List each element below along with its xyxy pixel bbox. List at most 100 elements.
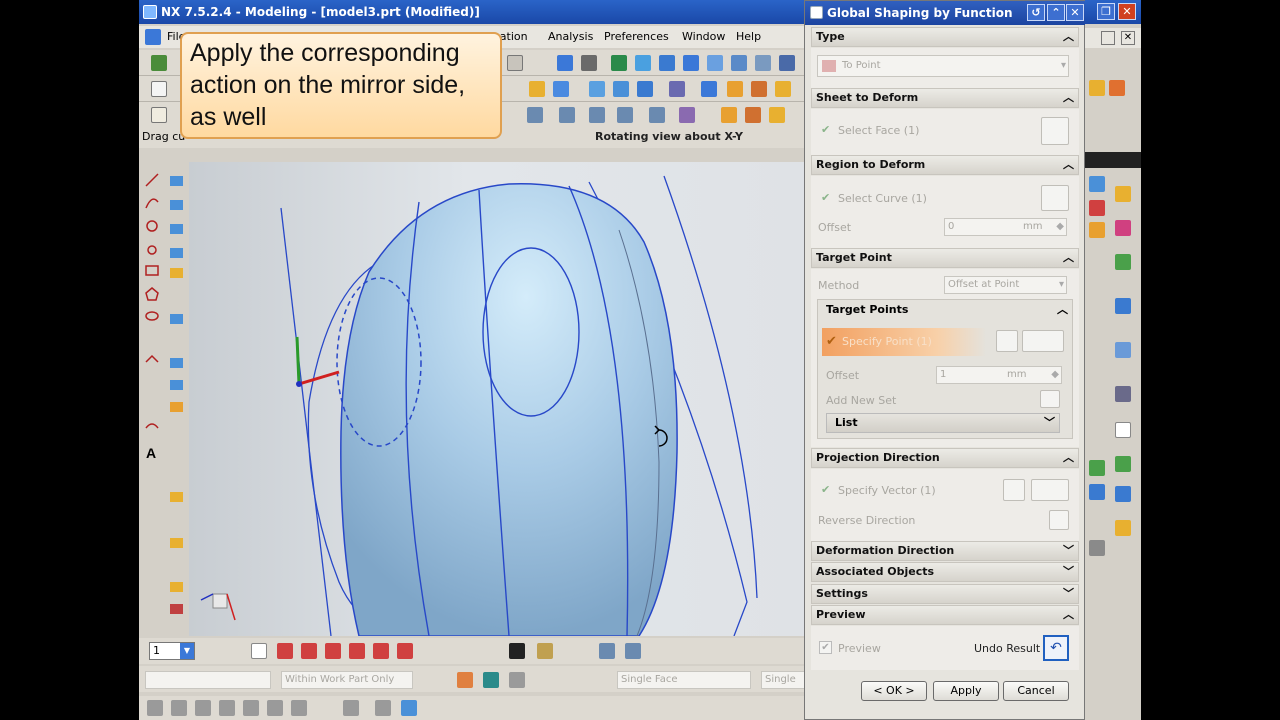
box-icon[interactable] [727, 81, 743, 97]
constraint-icon[interactable] [1089, 200, 1105, 216]
method-select[interactable]: Offset at Point ▾ [944, 276, 1067, 294]
filter-icon[interactable] [625, 643, 641, 659]
reuse-library-icon[interactable] [1115, 220, 1131, 236]
select-icon[interactable] [483, 672, 499, 688]
close-doc-icon[interactable]: ✕ [1121, 31, 1135, 45]
render-icon[interactable] [637, 81, 653, 97]
snap-point-icon[interactable] [251, 643, 267, 659]
snap-icon[interactable] [171, 700, 187, 716]
page-icon[interactable] [151, 81, 167, 97]
new-icon[interactable] [507, 55, 523, 71]
orient-icon[interactable] [707, 55, 723, 71]
page-icon[interactable] [1115, 422, 1131, 438]
point-offset-input[interactable]: 1 mm ◆ [936, 366, 1062, 384]
system-materials-icon[interactable] [1115, 342, 1131, 358]
display-icon[interactable] [701, 81, 717, 97]
pick-icon[interactable] [325, 643, 341, 659]
select-icon[interactable] [557, 55, 573, 71]
resource-icon[interactable] [1109, 80, 1125, 96]
shade-icon[interactable] [613, 81, 629, 97]
cylinder-icon[interactable] [751, 81, 767, 97]
associated-section-header[interactable]: Associated Objects ﹀ [811, 562, 1079, 582]
pick-icon[interactable] [397, 643, 413, 659]
web-browser-icon[interactable] [1115, 254, 1131, 270]
start-icon[interactable] [151, 55, 167, 71]
solid-icon[interactable] [721, 107, 737, 123]
select-face-label[interactable]: Select Face (1) [838, 124, 919, 137]
calc-icon[interactable] [151, 107, 167, 123]
view-icon[interactable] [731, 55, 747, 71]
snap-icon[interactable] [195, 700, 211, 716]
region-offset-input[interactable]: 0 mm ◆ [944, 218, 1067, 236]
resource-icon[interactable] [1089, 484, 1105, 500]
select-all-icon[interactable] [457, 672, 473, 688]
restore-icon[interactable] [1101, 31, 1115, 45]
target-points-header[interactable]: Target Points ︿ [818, 300, 1072, 320]
layer-icon[interactable] [669, 81, 685, 97]
apply-button[interactable]: Apply [933, 681, 999, 701]
list-expander[interactable]: List ﹀ [826, 413, 1060, 433]
menu-window[interactable]: Window [682, 30, 725, 43]
deformation-section-header[interactable]: Deformation Direction ﹀ [811, 541, 1079, 561]
select-curve-label[interactable]: Select Curve (1) [838, 192, 927, 205]
nx-menu-icon[interactable] [145, 29, 161, 45]
surface-icon[interactable] [589, 81, 605, 97]
pick-icon[interactable] [349, 643, 365, 659]
sheet-section-header[interactable]: Sheet to Deform ︿ [811, 88, 1079, 108]
resource-icon[interactable] [1089, 540, 1105, 556]
history-icon[interactable] [1089, 222, 1105, 238]
sketch-icon[interactable] [529, 81, 545, 97]
palette-icon[interactable] [1115, 456, 1131, 472]
resource-icon[interactable] [1089, 80, 1105, 96]
snap-icon[interactable] [243, 700, 259, 716]
reset-icon[interactable]: ↺ [1027, 4, 1045, 21]
region-section-header[interactable]: Region to Deform ︿ [811, 155, 1079, 175]
pick-icon[interactable] [277, 643, 293, 659]
reverse-direction-icon[interactable] [1049, 510, 1069, 530]
fit-all-icon[interactable] [779, 55, 795, 71]
add-set-icon[interactable] [1040, 390, 1060, 408]
specify-point-row[interactable]: ✔ Specify Point (1) [822, 328, 986, 356]
pan-icon[interactable] [659, 55, 675, 71]
menu-analysis[interactable]: Analysis [548, 30, 593, 43]
block-icon[interactable] [775, 81, 791, 97]
settings-section-header[interactable]: Settings ﹀ [811, 584, 1079, 604]
resource-icon[interactable] [1115, 520, 1131, 536]
snap-icon[interactable] [291, 700, 307, 716]
info-icon[interactable] [581, 55, 597, 71]
projection-section-header[interactable]: Projection Direction ︿ [811, 448, 1079, 468]
close-window-icon[interactable]: ✕ [1118, 3, 1136, 20]
assembly-navigator-icon[interactable] [1089, 176, 1105, 192]
type-section-header[interactable]: Type ︿ [811, 27, 1079, 47]
menu-help[interactable]: Help [736, 30, 761, 43]
trim-icon[interactable] [559, 107, 575, 123]
collapse-icon[interactable]: ⌃ [1047, 4, 1065, 21]
offset-icon[interactable] [617, 107, 633, 123]
curve-select-icon[interactable] [1041, 185, 1069, 211]
pick-icon[interactable] [301, 643, 317, 659]
type-select[interactable]: To Point ▾ [817, 55, 1069, 77]
vector-inference-icon[interactable] [1031, 479, 1069, 501]
part-navigator-icon[interactable] [1115, 186, 1131, 202]
unite-icon[interactable] [745, 107, 761, 123]
close-icon[interactable]: ✕ [1066, 4, 1084, 21]
pick-icon[interactable] [373, 643, 389, 659]
deselect-icon[interactable] [509, 672, 525, 688]
face-rule-select[interactable]: Single Face [617, 671, 751, 689]
curve-tools-icons[interactable]: A [139, 162, 189, 636]
zoom-icon[interactable] [635, 55, 651, 71]
cancel-button[interactable]: Cancel [1003, 681, 1069, 701]
snap-icon[interactable] [147, 700, 163, 716]
specify-vector-label[interactable]: Specify Vector (1) [838, 484, 936, 497]
measure-icon[interactable] [537, 643, 553, 659]
snap-icon[interactable] [343, 700, 359, 716]
ok-button[interactable]: < OK > [861, 681, 927, 701]
undo-result-icon[interactable]: ↶ [1043, 635, 1069, 661]
grid-icon[interactable] [509, 643, 525, 659]
curve-tool-icon[interactable] [527, 107, 543, 123]
snap-icon[interactable] [219, 700, 235, 716]
shape-icon[interactable] [679, 107, 695, 123]
datum-icon[interactable] [553, 81, 569, 97]
snap-icon[interactable] [401, 700, 417, 716]
snap-icon[interactable] [267, 700, 283, 716]
